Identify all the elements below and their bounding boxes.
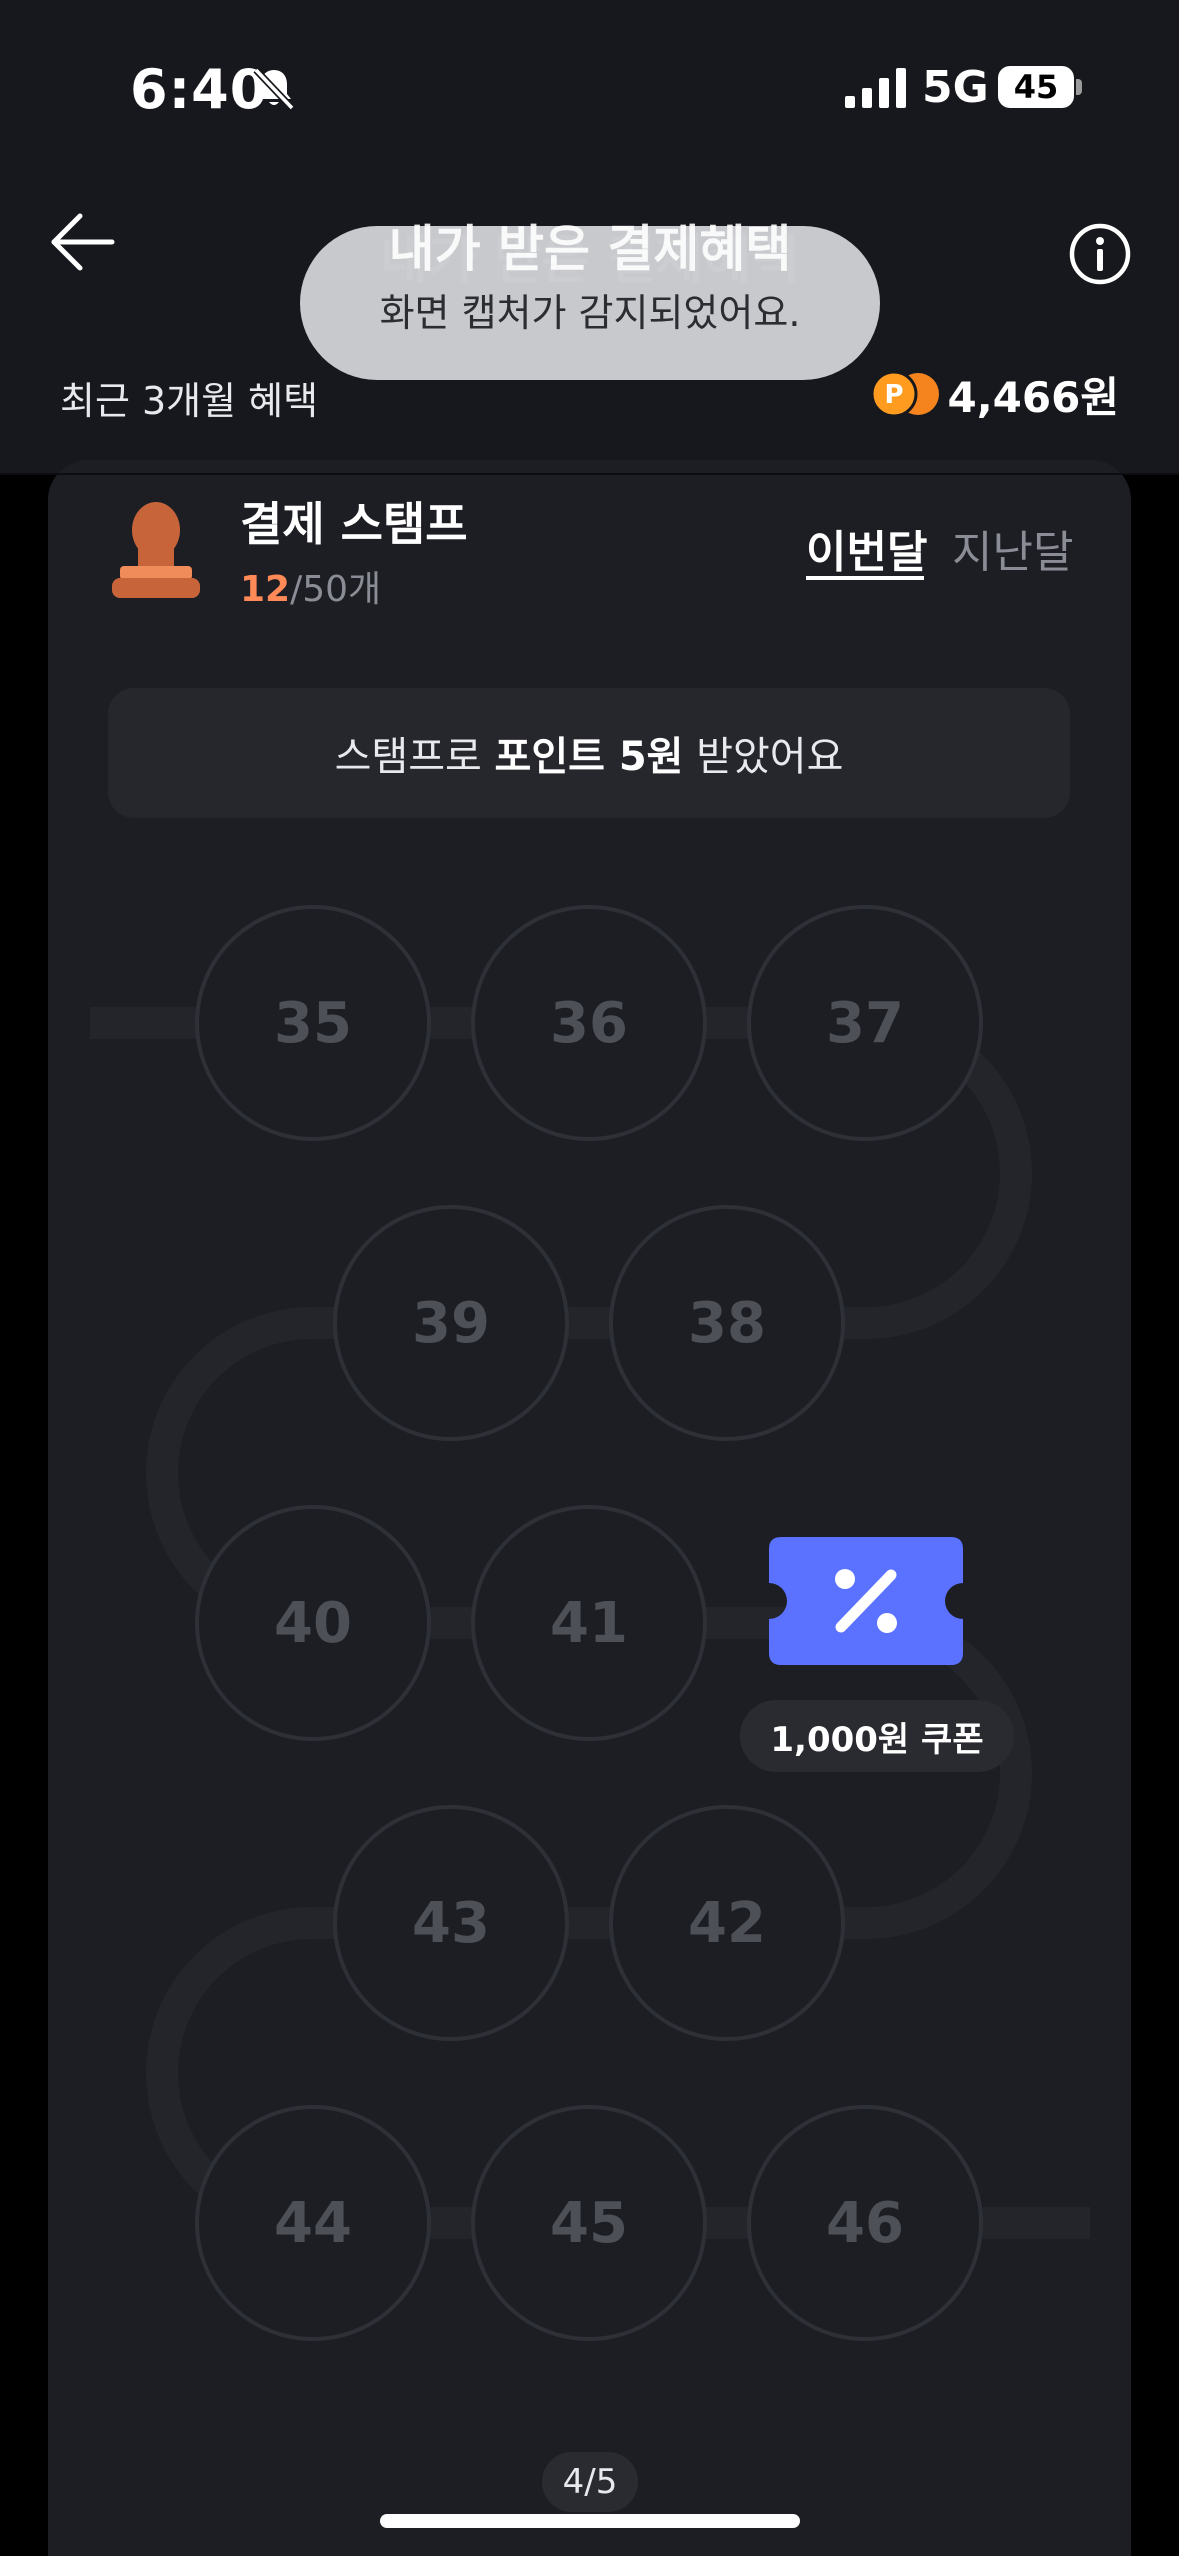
stamp-36: 36	[471, 905, 707, 1141]
page-indicator: 4/5	[542, 2452, 638, 2512]
percent-ticket-icon[interactable]	[769, 1537, 963, 1665]
home-indicator[interactable]	[380, 2514, 800, 2528]
app-root: 6:40 5G 45 내가 받은 결제혜택 내가 받은 결제혜택	[0, 0, 1179, 2556]
stamp-35: 35	[195, 905, 431, 1141]
stamp-41: 41	[471, 1505, 707, 1741]
stamp-43: 43	[333, 1805, 569, 2041]
coupon-label: 1,000원 쿠폰	[740, 1700, 1014, 1772]
stamp-37: 37	[747, 905, 983, 1141]
stamp-40: 40	[195, 1505, 431, 1741]
stamp-42: 42	[609, 1805, 845, 2041]
stamp-46: 46	[747, 2105, 983, 2341]
stamp-39: 39	[333, 1205, 569, 1441]
stamp-38: 38	[609, 1205, 845, 1441]
stamp-44: 44	[195, 2105, 431, 2341]
stamp-45: 45	[471, 2105, 707, 2341]
